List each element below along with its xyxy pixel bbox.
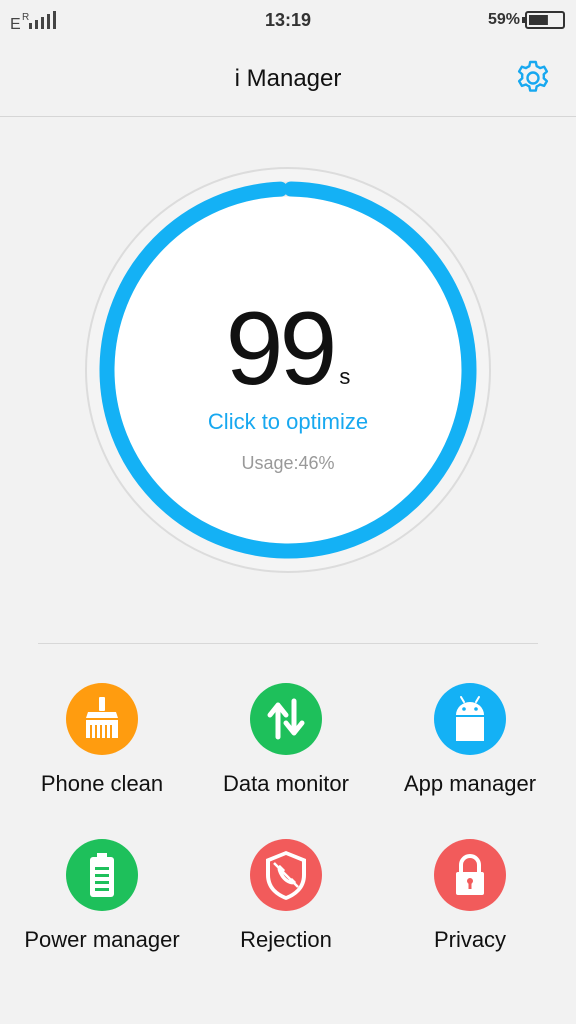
tile-label: Rejection: [240, 927, 332, 952]
broom-icon: [66, 683, 138, 755]
title-bar: i Manager: [0, 40, 576, 117]
data-arrows-icon: [250, 683, 322, 755]
android-icon: [434, 683, 506, 755]
tile-label: Phone clean: [40, 771, 164, 796]
page-title: i Manager: [234, 65, 342, 92]
score-unit: s: [339, 364, 351, 389]
battery-icon: [66, 839, 138, 911]
shield-phone-icon: [250, 839, 322, 911]
usage-text: Usage:46%: [241, 453, 335, 473]
battery-percent: 59%: [487, 11, 520, 28]
score-display: 99 s: [84, 294, 492, 404]
privacy-tile[interactable]: Privacy: [374, 839, 566, 979]
battery-status-icon: [522, 11, 565, 29]
gear-icon[interactable]: [514, 59, 552, 97]
status-bar: E R 13:19 59%: [0, 0, 576, 40]
tile-label: Power manager: [24, 927, 180, 952]
divider: [38, 643, 538, 644]
tile-label: Data monitor: [223, 771, 349, 796]
phone-clean-tile[interactable]: Phone clean: [6, 683, 198, 823]
score-value: 99: [225, 291, 338, 407]
rejection-tile[interactable]: Rejection: [190, 839, 382, 979]
tile-label: App manager: [403, 771, 537, 796]
tile-label: Privacy: [433, 927, 507, 952]
lock-icon: [434, 839, 506, 911]
optimize-gauge[interactable]: 99 s Click to optimize Usage:46%: [84, 166, 492, 574]
optimize-link[interactable]: Click to optimize: [84, 409, 492, 435]
app-manager-tile[interactable]: App manager: [374, 683, 566, 823]
data-monitor-tile[interactable]: Data monitor: [190, 683, 382, 823]
screen: E R 13:19 59% i Manager 99 s Click to op…: [0, 0, 576, 1024]
power-manager-tile[interactable]: Power manager: [6, 839, 198, 979]
